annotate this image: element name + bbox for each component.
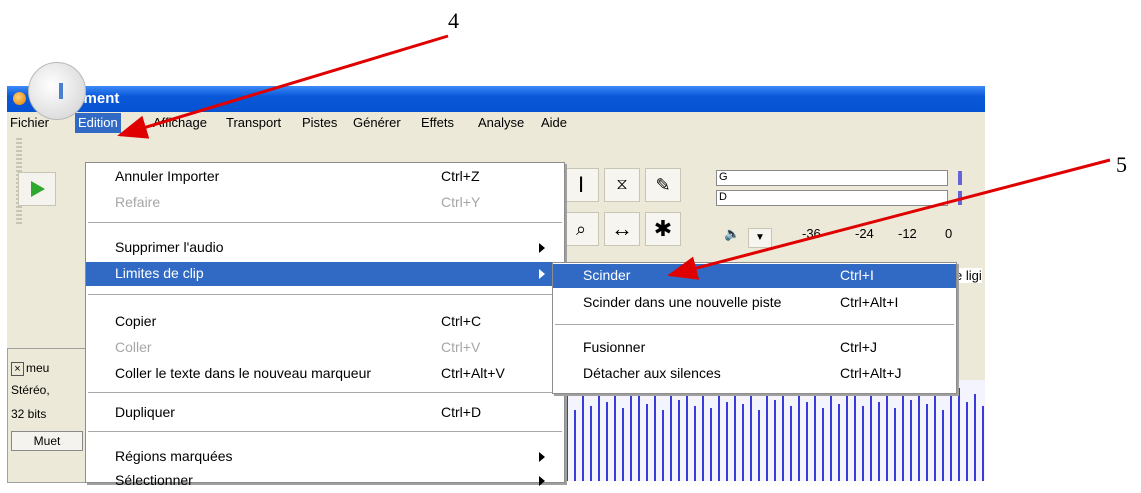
- track-panel: × meu Stéréo, 32 bits Muet: [7, 348, 93, 483]
- meter-left-channel: G: [716, 170, 948, 186]
- menu-separator: [88, 222, 562, 223]
- submenu-arrow-icon: [539, 452, 545, 462]
- meter-marker: [958, 171, 962, 185]
- submenu-item-detacher-silences[interactable]: Détacher aux silences Ctrl+Alt+J: [553, 362, 956, 386]
- menu-item-annuler[interactable]: Annuler Importer Ctrl+Z: [86, 165, 564, 189]
- mute-button[interactable]: Muet: [11, 431, 83, 451]
- zoom-tool-icon[interactable]: ⌕: [563, 212, 599, 246]
- selection-tool-icon[interactable]: I: [563, 168, 599, 202]
- close-icon[interactable]: ×: [11, 362, 24, 376]
- meter-tick: -36: [802, 226, 821, 241]
- meter-tick: -12: [898, 226, 917, 241]
- submenu-item-scinder[interactable]: Scinder Ctrl+I: [553, 264, 956, 288]
- clip-submenu: Scinder Ctrl+I Scinder dans une nouvelle …: [552, 262, 957, 394]
- meter-tick: 0: [945, 226, 953, 241]
- waveform[interactable]: [555, 380, 985, 481]
- submenu-arrow-icon: [539, 476, 545, 486]
- submenu-item-fusionner[interactable]: Fusionner Ctrl+J: [553, 336, 956, 360]
- meter-dropdown[interactable]: ▼: [748, 228, 772, 248]
- meter-tick: -24: [855, 226, 874, 241]
- submenu-arrow-icon: [539, 243, 545, 253]
- track-format: 32 bits: [11, 407, 47, 421]
- menu-item-refaire[interactable]: Refaire Ctrl+Y: [86, 191, 564, 215]
- annotation-step-4: 4: [448, 8, 459, 33]
- menu-edition[interactable]: Edition: [75, 113, 121, 133]
- menu-pistes[interactable]: Pistes: [302, 115, 337, 130]
- menu-bar: Fichier Edition Affichage Transport Pist…: [7, 112, 985, 134]
- menu-item-selectionner[interactable]: Sélectionner: [86, 469, 564, 493]
- menu-separator: [88, 431, 562, 432]
- menu-item-limites-de-clip[interactable]: Limites de clip: [86, 262, 564, 286]
- meter-right-channel: D: [716, 190, 948, 206]
- menu-separator: [555, 324, 954, 325]
- menu-item-regions-marquees[interactable]: Régions marquées: [86, 445, 564, 469]
- submenu-arrow-icon: [539, 269, 545, 279]
- app-icon: [13, 92, 26, 105]
- track-name[interactable]: meu: [26, 361, 49, 375]
- envelope-tool-icon[interactable]: ⧖: [604, 168, 640, 202]
- submenu-item-scinder-nouvelle-piste[interactable]: Scinder dans une nouvelle piste Ctrl+Alt+…: [553, 291, 956, 315]
- menu-item-coller[interactable]: Coller Ctrl+V: [86, 336, 564, 360]
- menu-affichage[interactable]: Affichage: [153, 115, 207, 130]
- pause-button[interactable]: [28, 62, 86, 120]
- play-button[interactable]: [18, 172, 56, 206]
- menu-fichier[interactable]: Fichier: [10, 115, 49, 130]
- annotation-step-5: 5: [1116, 152, 1127, 177]
- menu-analyse[interactable]: Analyse: [478, 115, 524, 130]
- menu-effets[interactable]: Effets: [421, 115, 454, 130]
- title-bar: meuglement: [7, 86, 985, 112]
- menu-separator: [88, 294, 562, 295]
- multi-tool-icon[interactable]: ✱: [645, 212, 681, 246]
- menu-item-coller-texte-marqueur[interactable]: Coller le texte dans le nouveau marqueur…: [86, 362, 564, 386]
- menu-item-supprimer-audio[interactable]: Supprimer l'audio: [86, 236, 564, 260]
- menu-generer[interactable]: Générer: [353, 115, 401, 130]
- toolbar-partial-label: e ligi: [955, 268, 982, 283]
- menu-aide[interactable]: Aide: [541, 115, 567, 130]
- edition-menu: Annuler Importer Ctrl+Z Refaire Ctrl+Y Sup…: [85, 162, 565, 488]
- draw-tool-icon[interactable]: ✎: [645, 168, 681, 202]
- meter-marker: [958, 191, 962, 205]
- menu-item-copier[interactable]: Copier Ctrl+C: [86, 310, 564, 334]
- menu-separator: [88, 392, 562, 393]
- track-channels: Stéréo,: [11, 383, 50, 397]
- menu-item-dupliquer[interactable]: Dupliquer Ctrl+D: [86, 401, 564, 425]
- speaker-icon: 🔈: [724, 226, 741, 241]
- menu-transport[interactable]: Transport: [226, 115, 281, 130]
- timeshift-tool-icon[interactable]: ↔: [604, 212, 640, 246]
